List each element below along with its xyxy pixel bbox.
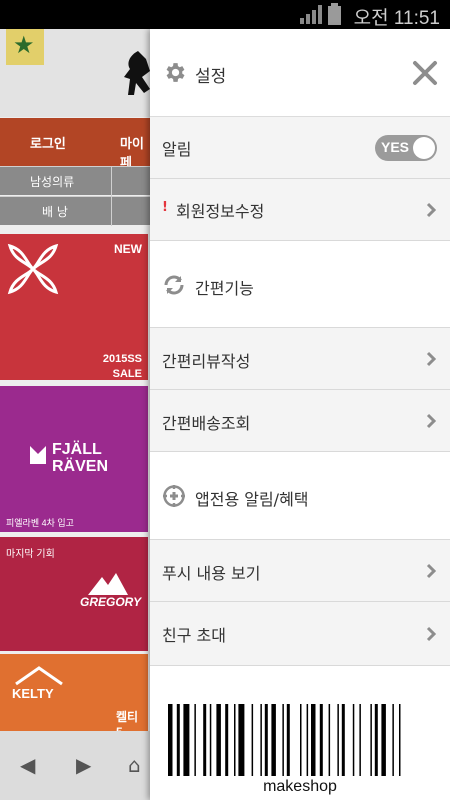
star-icon: ★ — [13, 31, 35, 59]
fox-logo-icon — [30, 446, 46, 464]
quick-shipping-label: 간편배송조회 — [162, 414, 251, 433]
invite-friend-label: 친구 초대 — [162, 626, 226, 645]
banner-kelty[interactable]: KELTY 켈티 5 — [0, 654, 148, 739]
back-arrow-icon[interactable]: ◀ — [20, 753, 35, 777]
chevron-right-icon — [426, 563, 436, 579]
category-label: 남성의류 — [30, 175, 75, 189]
notifications-toggle[interactable]: YES — [375, 135, 437, 161]
barcode-area: makeshop — [150, 666, 450, 800]
chevron-right-icon — [426, 413, 436, 429]
banner-brand: GREGORY — [80, 595, 142, 609]
gear-icon — [166, 63, 185, 82]
notifications-row: 알림 YES — [150, 117, 450, 179]
banner-caption: 피엘라벤 4차 입고 — [6, 518, 74, 528]
drawer-title: 설정 — [195, 67, 227, 87]
banner-tag: NEW — [114, 242, 142, 256]
toggle-knob — [413, 137, 435, 159]
chevron-right-icon — [426, 626, 436, 642]
category-mens[interactable]: 남성의류 — [0, 166, 150, 196]
banner-fjallraven[interactable]: FJÄLL RÄVEN 피엘라벤 4차 입고 — [0, 386, 148, 532]
toggle-value: YES — [381, 139, 410, 155]
nav-login[interactable]: 로그인 — [30, 133, 66, 152]
alert-mark: ! — [162, 200, 168, 215]
brand-logo-icon — [7, 243, 59, 295]
banner-caption: 마지막 기회 — [6, 549, 55, 560]
barcode-text: makeshop — [263, 778, 337, 795]
banner-gregory[interactable]: 마지막 기회 GREGORY — [0, 537, 148, 651]
barcode-icon — [168, 704, 401, 776]
forward-arrow-icon[interactable]: ▶ — [76, 753, 91, 777]
app-nav: 로그인 마이페 — [0, 118, 150, 170]
banner-new-sale[interactable]: NEW 2015SS SALE — [0, 234, 148, 380]
banner-brand: FJÄLL RÄVEN — [52, 441, 109, 475]
kelty-logo-icon — [15, 666, 63, 686]
edit-profile-label: 회원정보수정 — [176, 202, 265, 221]
notifications-label: 알림 — [162, 140, 192, 159]
edit-profile-row[interactable]: ! 회원정보수정 — [150, 179, 450, 241]
app-bottom-bar: ◀ ▶ ⌂ — [0, 731, 150, 800]
quick-review-row[interactable]: 간편리뷰작성 — [150, 328, 450, 390]
category-label: 배 낭 — [42, 205, 68, 219]
status-time: 오전 11:51 — [353, 8, 440, 29]
crosshair-plus-icon — [163, 485, 185, 507]
home-icon[interactable]: ⌂ — [128, 753, 141, 777]
category-backpack[interactable]: 배 낭 — [0, 196, 150, 226]
mascot-logo — [124, 51, 150, 95]
quick-features-section: 간편기능 — [150, 241, 450, 328]
quick-features-label: 간편기능 — [195, 279, 254, 298]
signal-icon — [300, 5, 322, 24]
background-app: ★ 로그인 마이페 남성의류 배 낭 NEW 2015SS SALE FJÄLL… — [0, 29, 150, 800]
push-history-label: 푸시 내용 보기 — [162, 564, 261, 583]
banner-brand: KELTY — [12, 686, 54, 701]
invite-friend-row[interactable]: 친구 초대 — [150, 602, 450, 666]
app-header: ★ — [0, 29, 150, 117]
battery-icon — [328, 3, 341, 25]
app-benefits-section: 앱전용 알림/혜택 — [150, 452, 450, 540]
app-benefits-label: 앱전용 알림/혜택 — [195, 490, 309, 509]
chevron-right-icon — [426, 202, 436, 218]
favorite-ribbon[interactable]: ★ — [6, 29, 44, 65]
quick-review-label: 간편리뷰작성 — [162, 352, 251, 371]
settings-drawer: 설정 알림 YES ! 회원정보수정 간편기능 간편리뷰작성 간편배송조회 앱전… — [150, 29, 450, 800]
drawer-header: 설정 — [150, 29, 450, 117]
mountain-icon — [88, 573, 128, 595]
push-history-row[interactable]: 푸시 내용 보기 — [150, 540, 450, 602]
status-bar: 오전 11:51 — [0, 0, 450, 29]
quick-shipping-row[interactable]: 간편배송조회 — [150, 390, 450, 452]
banner-caption: 2015SS SALE — [102, 353, 142, 380]
close-icon[interactable] — [412, 60, 438, 86]
refresh-icon — [164, 275, 184, 295]
chevron-right-icon — [426, 351, 436, 367]
